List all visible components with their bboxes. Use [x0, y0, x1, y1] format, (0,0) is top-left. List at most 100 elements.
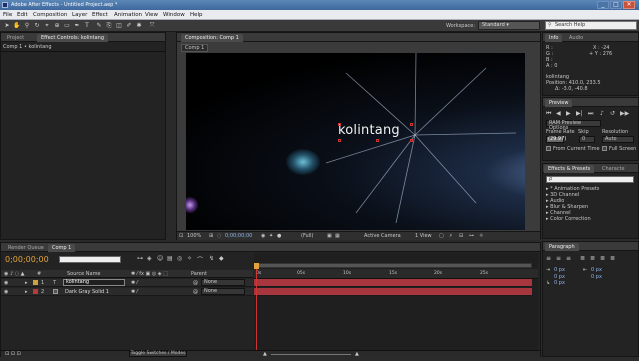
visibility-icon[interactable]: ◉: [4, 289, 8, 295]
toggle-switches-button[interactable]: Toggle Switches / Modes: [129, 351, 187, 357]
loop-icon[interactable]: ↺: [610, 110, 615, 117]
bbox-handle[interactable]: [410, 123, 413, 126]
layer-duration-bar[interactable]: [254, 288, 532, 296]
full-screen-checkbox[interactable]: [602, 146, 607, 151]
menu-composition[interactable]: Composition: [33, 12, 67, 18]
camera-select[interactable]: Active Camera: [364, 233, 401, 239]
pickwhip-icon[interactable]: @: [193, 289, 198, 295]
eraser-tool-icon[interactable]: ◫: [115, 22, 123, 30]
zoom-in-icon[interactable]: ▲: [355, 351, 359, 357]
resolution-select[interactable]: Auto: [602, 136, 634, 143]
time-ruler[interactable]: 0s 05s 10s 15s 20s 25s: [254, 269, 538, 279]
table-row[interactable]: ◉ ▸ 2 Dark Gray Solid 1 ✱ ⁄ @ None: [1, 288, 253, 296]
tab-composition[interactable]: Composition: Comp 1: [181, 34, 243, 42]
show-snapshot-icon[interactable]: ✦: [269, 233, 273, 239]
mute-icon[interactable]: ♪: [600, 110, 604, 117]
draft-3d-icon[interactable]: ◈: [147, 255, 152, 262]
justify-right-icon[interactable]: ≣: [600, 255, 605, 262]
next-frame-icon[interactable]: ▶|: [576, 110, 583, 117]
current-time[interactable]: 0;00;00;00: [225, 233, 252, 239]
brush-tool-icon[interactable]: ✎: [95, 22, 103, 30]
zoom-select[interactable]: 100%: [187, 233, 201, 239]
expand-collapse-icon[interactable]: ⊡ ⊡ ⊡: [5, 351, 21, 357]
indent-left-value[interactable]: 0 px: [554, 267, 565, 273]
space-after-value[interactable]: 0 px: [591, 274, 602, 280]
layer-duration-bar[interactable]: [254, 279, 532, 287]
tab-paragraph[interactable]: Paragraph: [545, 243, 579, 251]
puppet-tool-icon[interactable]: ✱: [135, 22, 143, 30]
zoom-slider[interactable]: [271, 354, 351, 355]
play-icon[interactable]: ▶: [566, 110, 571, 117]
menu-edit[interactable]: Edit: [17, 12, 28, 18]
zoom-tool-icon[interactable]: ⚲: [23, 22, 31, 30]
text-tool-icon[interactable]: T: [83, 22, 91, 30]
twirl-icon[interactable]: ▸: [25, 280, 28, 286]
align-left-icon[interactable]: ≡: [546, 255, 551, 262]
snapshot-icon[interactable]: ◉: [261, 233, 265, 239]
pan-behind-tool-icon[interactable]: ⊕: [53, 22, 61, 30]
live-update-icon[interactable]: ↯: [209, 255, 214, 262]
menu-window[interactable]: Window: [163, 12, 185, 18]
align-right-icon[interactable]: ≡: [566, 255, 571, 262]
align-center-icon[interactable]: ≡: [556, 255, 561, 262]
bbox-handle[interactable]: [338, 123, 341, 126]
mask-view-icon[interactable]: ◌: [217, 233, 221, 239]
frame-rate-select[interactable]: (29.97): [546, 136, 566, 143]
close-button[interactable]: ✕: [623, 1, 635, 9]
transparency-grid-icon[interactable]: ▦: [335, 233, 340, 239]
work-area-bar[interactable]: [258, 263, 532, 268]
first-frame-icon[interactable]: ⏮: [546, 110, 551, 118]
indent-right-value[interactable]: 0 px: [591, 267, 602, 273]
clone-stamp-tool-icon[interactable]: ⎘: [105, 22, 113, 30]
label-color-swatch[interactable]: [33, 289, 38, 294]
visibility-icon[interactable]: ◉: [4, 280, 8, 286]
local-axis-icon[interactable]: ⤧: [148, 22, 156, 30]
tab-character[interactable]: Characte: [598, 165, 629, 173]
justify-all-icon[interactable]: ≣: [610, 255, 615, 262]
hand-tool-icon[interactable]: ✋: [13, 22, 21, 30]
tab-info[interactable]: Info: [545, 34, 563, 42]
switch-icons[interactable]: ✱ ⁄: [131, 280, 138, 286]
tab-audio[interactable]: Audio: [565, 34, 587, 42]
effects-search-input[interactable]: ρ: [546, 176, 634, 183]
pickwhip-icon[interactable]: @: [193, 280, 198, 286]
bbox-handle[interactable]: [338, 139, 341, 142]
skip-select[interactable]: 0: [579, 136, 595, 143]
rotate-tool-icon[interactable]: ↻: [33, 22, 41, 30]
menu-layer[interactable]: Layer: [72, 12, 87, 18]
layer-search-input[interactable]: [59, 256, 121, 263]
timeline-track-area[interactable]: 0s 05s 10s 15s 20s 25s: [254, 253, 538, 353]
comp-text-layer[interactable]: kolintang: [338, 123, 400, 138]
twirl-icon[interactable]: ▸: [25, 289, 28, 295]
tab-effect-controls[interactable]: Effect Controls: kolintang: [37, 34, 109, 42]
camera-tool-icon[interactable]: ⌖: [43, 22, 51, 30]
comp-canvas[interactable]: kolintang: [186, 53, 525, 230]
keyframe-icon[interactable]: ◆: [219, 255, 224, 262]
mask-tool-icon[interactable]: ▭: [63, 22, 71, 30]
frame-blending-icon[interactable]: ▤: [167, 255, 173, 262]
grid-icon[interactable]: ⊞: [209, 233, 213, 239]
menu-animation[interactable]: Animation: [114, 12, 142, 18]
roi-icon[interactable]: ▣: [327, 233, 332, 239]
tab-preview[interactable]: Preview: [545, 99, 573, 107]
source-name-header[interactable]: Source Name: [67, 271, 101, 277]
justify-left-icon[interactable]: ≣: [580, 255, 585, 262]
effects-category[interactable]: ▸ Color Correction: [546, 216, 591, 222]
workspace-select[interactable]: Standard ▾: [478, 21, 540, 30]
comp-flowchart-tab[interactable]: Comp 1: [181, 44, 209, 52]
brainstorm-icon[interactable]: ✧: [187, 255, 192, 262]
parent-header[interactable]: Parent: [191, 271, 207, 277]
flowchart-icon[interactable]: ⊶: [469, 233, 474, 239]
minimize-button[interactable]: _: [597, 1, 609, 9]
menu-view[interactable]: View: [145, 12, 158, 18]
shy-icon[interactable]: ☺: [157, 255, 163, 262]
tab-comp-timeline[interactable]: Comp 1: [48, 244, 76, 252]
comp-mini-flowchart-icon[interactable]: ⊶: [137, 255, 143, 262]
last-frame-icon[interactable]: ⏭: [588, 110, 593, 118]
ram-preview-icon[interactable]: ▶▶: [620, 110, 629, 117]
prev-frame-icon[interactable]: ◀: [556, 110, 561, 117]
tab-project[interactable]: Project: [3, 34, 28, 42]
bbox-handle[interactable]: [410, 139, 413, 142]
label-color-swatch[interactable]: [33, 280, 38, 285]
search-help-input[interactable]: ⚲ Search Help: [545, 21, 637, 30]
